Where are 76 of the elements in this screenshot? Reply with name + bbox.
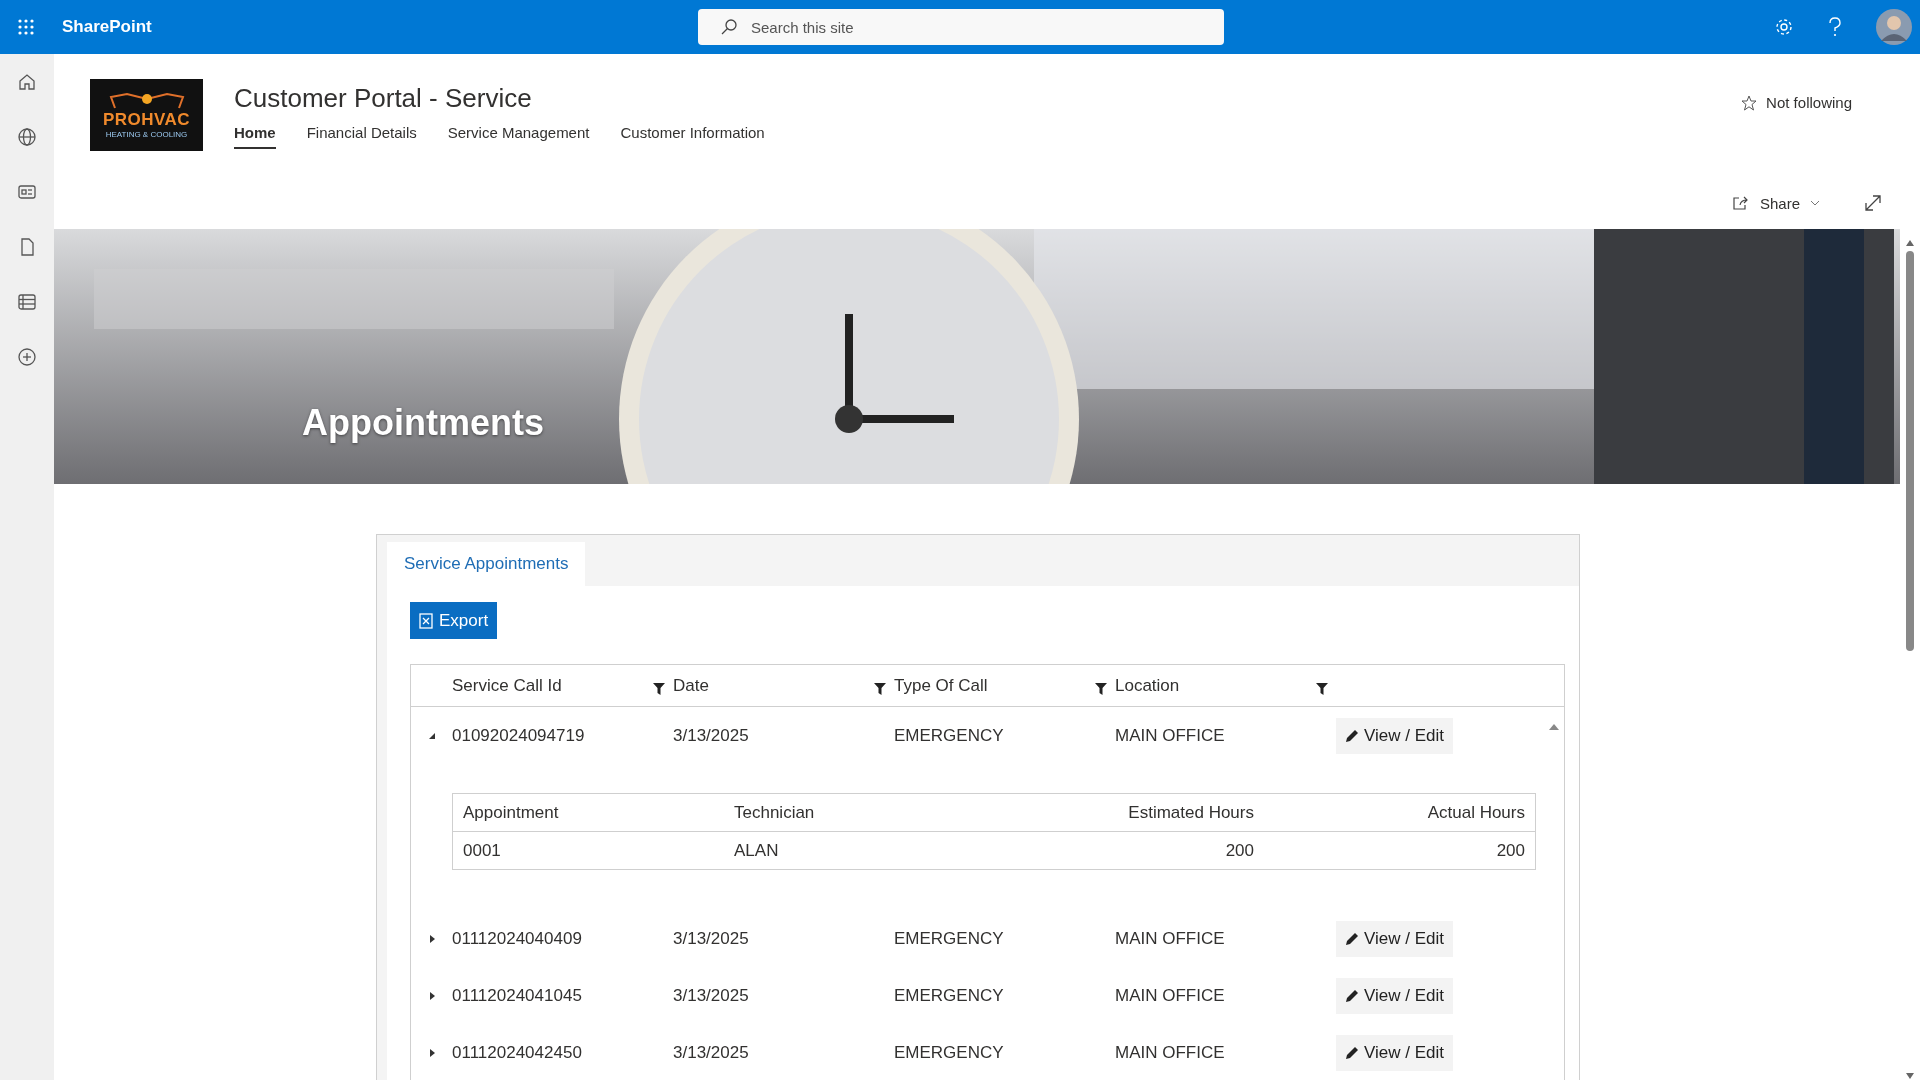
column-header[interactable]: Service Call Id — [452, 675, 562, 696]
expander-icon[interactable] — [427, 991, 436, 1000]
table-cell-text: 01112024042450 — [452, 1042, 583, 1063]
nav-link[interactable]: Service Management — [447, 124, 590, 149]
pencil-icon — [1345, 988, 1359, 1003]
table-cell-text: EMERGENCY — [894, 985, 1005, 1006]
export-button[interactable]: Export — [410, 602, 498, 639]
table-cell-text: 3/13/2025 — [673, 928, 750, 949]
filter-icon[interactable] — [1095, 682, 1107, 695]
column-header: Technician — [734, 802, 816, 823]
add-icon[interactable] — [17, 347, 37, 367]
home-icon[interactable] — [17, 72, 37, 92]
pencil-icon — [1345, 1045, 1359, 1060]
table-cell-text: EMERGENCY — [894, 725, 1005, 746]
site-title: Customer Portal - Service — [234, 83, 533, 114]
globe-icon[interactable] — [17, 127, 37, 147]
view-edit-button[interactable]: View / Edit — [1336, 1034, 1453, 1071]
app-name[interactable]: SharePoint — [62, 17, 152, 37]
list-icon[interactable] — [17, 292, 37, 312]
pencil-icon — [1345, 931, 1359, 946]
table-cell-text: EMERGENCY — [894, 928, 1005, 949]
avatar[interactable] — [1876, 9, 1912, 45]
filter-icon[interactable] — [874, 682, 886, 695]
column-header: Estimated Hours — [1127, 802, 1254, 823]
site-logo[interactable]: PROHVAC HEATING & COOLING — [90, 79, 203, 151]
scroll-up-icon[interactable] — [1548, 723, 1560, 731]
table-cell-text: 3/13/2025 — [673, 1042, 750, 1063]
follow-button[interactable]: Not following — [1735, 93, 1858, 112]
expander-icon[interactable] — [427, 1048, 436, 1057]
news-icon[interactable] — [17, 182, 37, 202]
table-cell-text: 200 — [1224, 840, 1254, 861]
column-header[interactable]: Location — [1115, 675, 1180, 696]
share-button[interactable]: Share — [1725, 193, 1826, 213]
table-cell-text: 3/13/2025 — [673, 985, 750, 1006]
table-cell-text: 3/13/2025 — [673, 725, 750, 746]
settings-icon[interactable] — [1774, 17, 1794, 37]
scroll-down-icon[interactable] — [1905, 1072, 1915, 1080]
table-cell-text: ALAN — [734, 840, 780, 861]
tab[interactable]: Service Appointments — [387, 542, 586, 586]
expander-icon[interactable] — [427, 731, 436, 740]
table-cell-text: 0001 — [463, 840, 502, 861]
column-header: Appointment — [463, 802, 560, 823]
expander-icon[interactable] — [427, 934, 436, 943]
table-cell-text: MAIN OFFICE — [1115, 1042, 1226, 1063]
nav-link[interactable]: Home — [234, 124, 276, 149]
table-cell-text: 200 — [1495, 840, 1525, 861]
table-cell-text: MAIN OFFICE — [1115, 985, 1226, 1006]
search-field[interactable]: Search this site — [698, 9, 1224, 45]
scroll-up-icon[interactable] — [1905, 239, 1915, 247]
table-cell-text: 01112024041045 — [452, 985, 583, 1006]
pencil-icon — [1345, 728, 1359, 743]
search-icon — [720, 18, 738, 36]
table-cell-text: MAIN OFFICE — [1115, 725, 1226, 746]
table-cell-text: 01112024040409 — [452, 928, 583, 949]
column-header[interactable]: Date — [673, 675, 709, 696]
table-cell-text: 01092024094719 — [452, 725, 586, 746]
table-cell-text: MAIN OFFICE — [1115, 928, 1226, 949]
excel-icon — [419, 612, 433, 629]
scrollbar-thumb[interactable] — [1906, 251, 1914, 651]
view-edit-button[interactable]: View / Edit — [1336, 977, 1453, 1014]
chevron-down-icon — [1810, 200, 1820, 206]
filter-icon[interactable] — [1316, 682, 1328, 695]
expand-icon[interactable] — [1864, 194, 1882, 212]
help-icon[interactable] — [1828, 17, 1842, 37]
filter-icon[interactable] — [653, 682, 665, 695]
column-header[interactable]: Type Of Call — [894, 675, 988, 696]
column-header: Actual Hours — [1426, 802, 1525, 823]
view-edit-button[interactable]: View / Edit — [1336, 717, 1453, 754]
nav-link[interactable]: Financial Details — [306, 124, 417, 149]
view-edit-button[interactable]: View / Edit — [1336, 920, 1453, 957]
star-icon — [1741, 94, 1758, 111]
share-icon — [1731, 195, 1750, 211]
table-cell-text: EMERGENCY — [894, 1042, 1005, 1063]
nav-link[interactable]: Customer Information — [620, 124, 765, 149]
hero-title: Appointments — [302, 403, 544, 443]
app-launcher-icon[interactable] — [17, 18, 35, 36]
